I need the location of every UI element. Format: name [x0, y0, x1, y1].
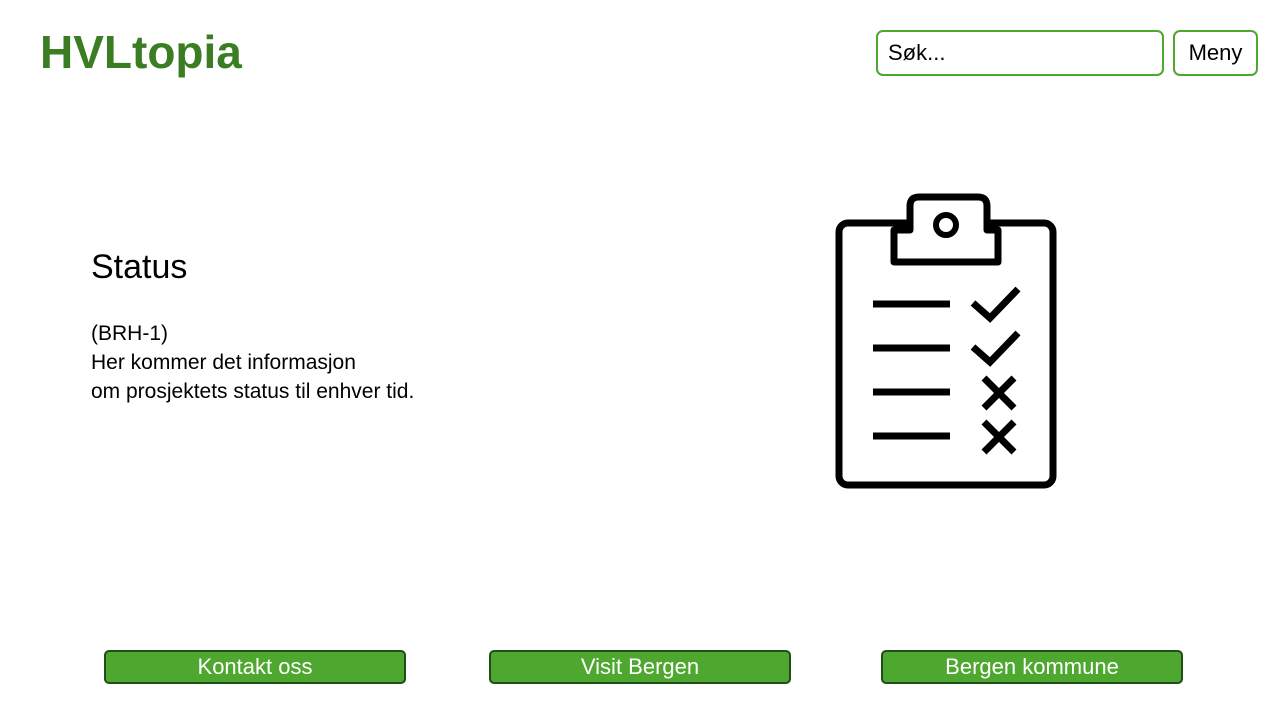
status-description: (BRH-1) Her kommer det informasjon om pr…: [91, 319, 414, 406]
status-description-line: om prosjektets status til enhver tid.: [91, 380, 415, 403]
search-input[interactable]: [876, 30, 1164, 76]
visit-bergen-button[interactable]: Visit Bergen: [489, 650, 791, 684]
menu-button[interactable]: Meny: [1173, 30, 1258, 76]
status-description-line: Her kommer det informasjon: [91, 351, 356, 374]
page: HVLtopia Meny Status (BRH-1) Her kommer …: [0, 0, 1280, 720]
status-description-line: (BRH-1): [91, 322, 168, 345]
contact-us-button[interactable]: Kontakt oss: [104, 650, 406, 684]
bergen-kommune-button[interactable]: Bergen kommune: [881, 650, 1183, 684]
clipboard-checklist-icon: [835, 193, 1057, 489]
page-title: Status: [91, 248, 188, 286]
site-logo[interactable]: HVLtopia: [40, 24, 242, 80]
